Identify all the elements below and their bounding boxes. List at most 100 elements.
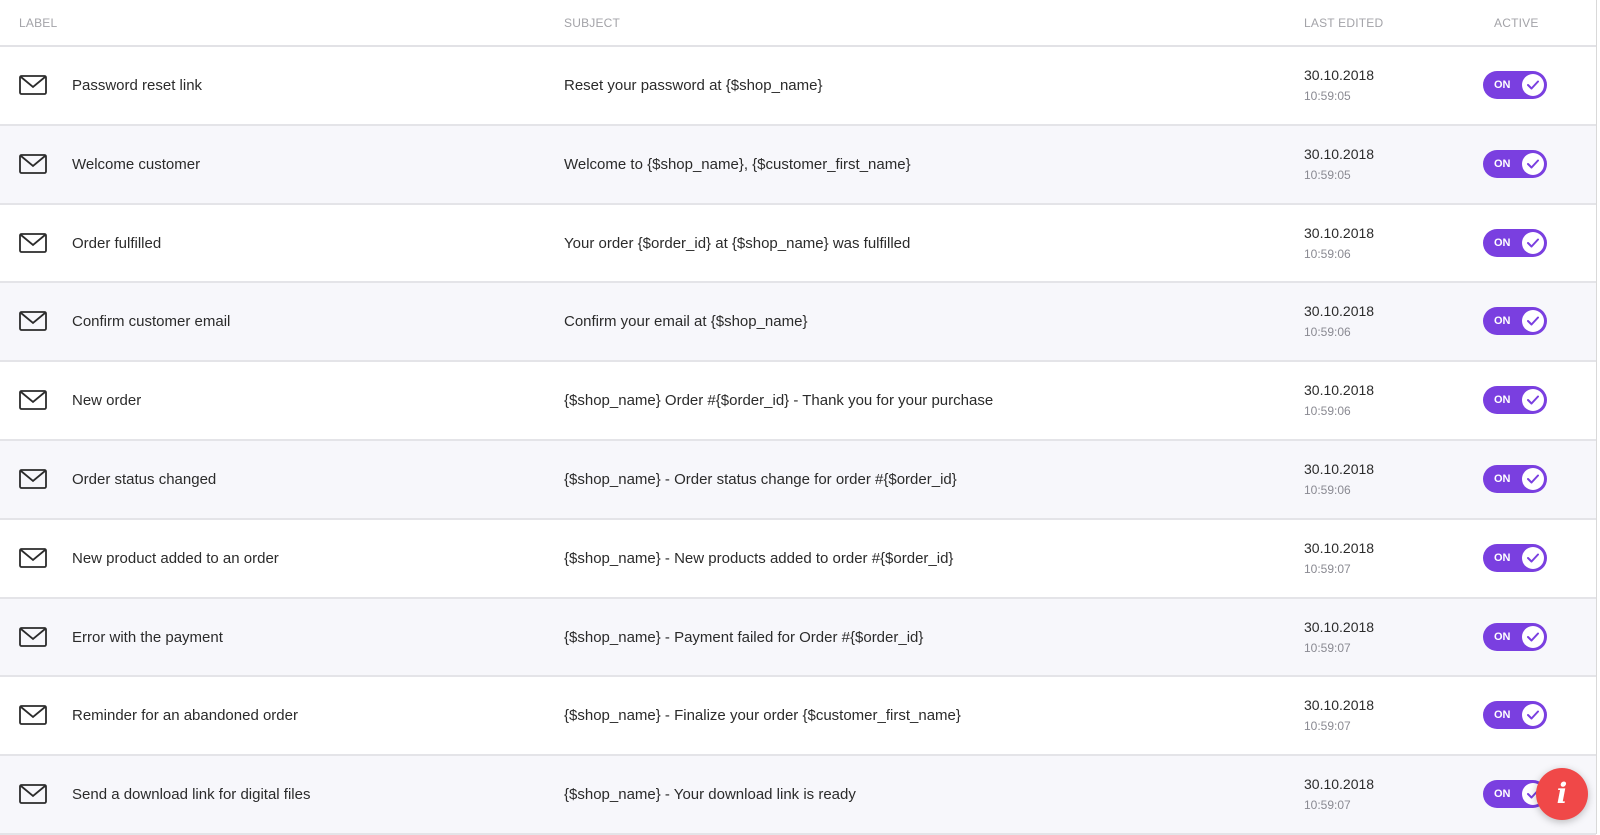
header-last-edited[interactable]: LAST EDITED <box>1304 16 1383 30</box>
toggle-knob <box>1522 467 1544 490</box>
row-date: 30.10.2018 <box>1304 145 1375 162</box>
row-subject: {$shop_name} - Your download link is rea… <box>564 786 856 804</box>
row-subject: {$shop_name} - Finalize your order {$cus… <box>564 707 961 725</box>
active-toggle[interactable]: ON <box>1483 307 1547 336</box>
envelope-icon <box>19 232 47 253</box>
checkmark-icon <box>1527 395 1539 405</box>
envelope-icon <box>19 75 47 95</box>
checkmark-icon <box>1527 238 1539 248</box>
toggle-knob <box>1522 704 1544 727</box>
table-row[interactable]: Send a download link for digital files {$… <box>0 756 1596 835</box>
toggle-on-label: ON <box>1494 788 1511 801</box>
active-toggle[interactable]: ON <box>1483 464 1547 493</box>
toggle-knob <box>1522 625 1544 648</box>
row-subject: {$shop_name} - New products added to ord… <box>564 549 954 567</box>
envelope-icon <box>19 390 47 411</box>
envelope-icon <box>19 311 47 332</box>
header-subject[interactable]: SUBJECT <box>564 16 620 30</box>
row-subject: {$shop_name} - Payment failed for Order … <box>564 628 924 646</box>
active-toggle[interactable]: ON <box>1483 71 1547 99</box>
toggle-on-label: ON <box>1494 79 1511 91</box>
row-date: 30.10.2018 <box>1304 460 1375 477</box>
table-row[interactable]: Order fulfilled Your order {$order_id} at… <box>0 204 1596 284</box>
row-date: 30.10.2018 <box>1304 382 1375 399</box>
row-date: 30.10.2018 <box>1304 67 1375 83</box>
toggle-knob <box>1522 546 1544 569</box>
row-time: 10:59:06 <box>1304 404 1351 419</box>
info-icon: i <box>1556 777 1568 810</box>
row-subject: Your order {$order_id} at {$shop_name} w… <box>564 234 911 252</box>
envelope-icon <box>19 626 47 647</box>
checkmark-icon <box>1527 316 1539 326</box>
info-button[interactable]: i <box>1536 768 1588 820</box>
header-label[interactable]: LABEL <box>19 16 57 30</box>
toggle-knob <box>1522 389 1544 412</box>
row-date: 30.10.2018 <box>1304 697 1375 714</box>
checkmark-icon <box>1527 474 1539 484</box>
toggle-on-label: ON <box>1494 630 1511 643</box>
row-label[interactable]: Welcome customer <box>72 156 200 173</box>
header-active[interactable]: ACTIVE <box>1494 16 1539 30</box>
toggle-on-label: ON <box>1494 709 1511 722</box>
row-subject: Reset your password at {$shop_name} <box>564 77 823 94</box>
active-toggle[interactable]: ON <box>1483 228 1547 257</box>
row-label[interactable]: Password reset link <box>72 77 202 94</box>
row-time: 10:59:05 <box>1304 167 1351 182</box>
row-label[interactable]: Send a download link for digital files <box>72 786 310 803</box>
row-time: 10:59:07 <box>1304 798 1351 813</box>
row-label[interactable]: Confirm customer email <box>72 313 230 330</box>
table-row[interactable]: Welcome customer Welcome to {$shop_name},… <box>0 125 1596 205</box>
email-templates-table: LABEL SUBJECT LAST EDITED ACTIVE Passwor… <box>0 0 1597 835</box>
row-subject: {$shop_name} Order #{$order_id} - Thank … <box>564 392 994 410</box>
toggle-on-label: ON <box>1494 236 1511 249</box>
row-time: 10:59:07 <box>1304 561 1351 576</box>
checkmark-icon <box>1527 710 1539 720</box>
table-row[interactable]: New product added to an order {$shop_name… <box>0 519 1596 599</box>
active-toggle[interactable]: ON <box>1483 622 1547 651</box>
table-row[interactable]: Password reset link Reset your password a… <box>0 47 1596 126</box>
toggle-knob <box>1522 152 1544 175</box>
row-time: 10:59:05 <box>1304 89 1351 103</box>
checkmark-icon <box>1527 553 1539 563</box>
row-subject: Welcome to {$shop_name}, {$customer_firs… <box>564 155 911 173</box>
active-toggle[interactable]: ON <box>1483 701 1547 730</box>
checkmark-icon <box>1527 80 1539 90</box>
row-label[interactable]: Order status changed <box>72 471 216 488</box>
toggle-knob <box>1522 74 1544 96</box>
checkmark-icon <box>1527 159 1539 169</box>
row-time: 10:59:06 <box>1304 482 1351 497</box>
toggle-knob <box>1522 310 1544 333</box>
row-label[interactable]: Error with the payment <box>72 629 223 646</box>
envelope-icon <box>19 547 47 568</box>
table-row[interactable]: New order {$shop_name} Order #{$order_id}… <box>0 362 1596 441</box>
row-label[interactable]: New order <box>72 392 141 409</box>
toggle-on-label: ON <box>1494 394 1511 407</box>
toggle-on-label: ON <box>1494 315 1511 328</box>
active-toggle[interactable]: ON <box>1483 149 1547 178</box>
active-toggle[interactable]: ON <box>1483 543 1547 572</box>
row-time: 10:59:07 <box>1304 719 1351 734</box>
row-subject: {$shop_name} - Order status change for o… <box>564 470 957 488</box>
table-row[interactable]: Reminder for an abandoned order {$shop_na… <box>0 677 1596 757</box>
envelope-icon <box>19 153 47 174</box>
active-toggle[interactable]: ON <box>1483 386 1547 415</box>
row-time: 10:59:06 <box>1304 246 1351 261</box>
row-time: 10:59:06 <box>1304 325 1351 340</box>
row-label[interactable]: Order fulfilled <box>72 235 161 252</box>
toggle-on-label: ON <box>1494 157 1511 170</box>
toggle-knob <box>1522 231 1544 254</box>
row-label[interactable]: Reminder for an abandoned order <box>72 707 298 724</box>
row-date: 30.10.2018 <box>1304 303 1375 320</box>
table-row[interactable]: Confirm customer email Confirm your email… <box>0 283 1596 363</box>
row-date: 30.10.2018 <box>1304 539 1375 556</box>
table-row[interactable]: Error with the payment {$shop_name} - Pay… <box>0 598 1596 678</box>
table-row[interactable]: Order status changed {$shop_name} - Order… <box>0 440 1596 520</box>
row-time: 10:59:07 <box>1304 640 1351 655</box>
envelope-icon <box>19 705 47 726</box>
row-date: 30.10.2018 <box>1304 776 1375 793</box>
envelope-icon <box>19 784 47 805</box>
row-label[interactable]: New product added to an order <box>72 550 279 567</box>
envelope-icon <box>19 469 47 489</box>
row-subject: Confirm your email at {$shop_name} <box>564 313 808 331</box>
checkmark-icon <box>1527 632 1539 642</box>
